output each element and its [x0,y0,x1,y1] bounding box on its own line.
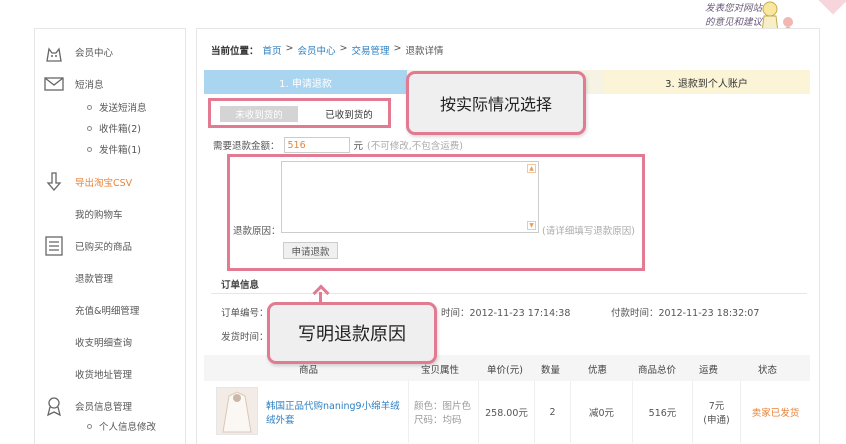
submit-refund-button[interactable]: 申请退款 [283,242,338,259]
sidebar-sub-inbox[interactable]: 收件箱(2) [87,120,141,136]
sidebar-item-address[interactable]: 收货地址管理 [35,363,185,385]
envelope-icon [44,77,64,91]
sidebar-item-profile[interactable]: 会员信息管理 [35,395,185,417]
scroll-up-icon[interactable]: ▲ [527,164,536,173]
refund-amount-label: 需要退款金额： [213,141,280,152]
col-header: 商品 [299,365,319,376]
receipt-status-tabs: 未收到货的 已收到货的 [208,98,391,128]
unit-price: 258.00元 [478,381,534,443]
attr-color: 颜色：图片色 [414,401,472,412]
sidebar-item-payments[interactable]: 收支明细查询 [35,331,185,353]
status-badge: 卖家已发货 [740,381,810,443]
refund-amount-field: 516 [283,137,350,153]
sidebar-item-messages[interactable]: 短消息 [35,73,185,95]
sidebar-label: 导出淘宝CSV [75,178,133,189]
breadcrumb-separator: > [339,43,348,54]
sidebar-label: 我的购物车 [75,210,123,221]
refund-reason-textarea[interactable]: ▲ ▼ [281,161,539,233]
breadcrumb-trade-link[interactable]: 交易管理 [351,43,389,57]
tab-not-received[interactable]: 未收到货的 [220,106,298,122]
shipping-fee: 7元 (申通) [692,381,740,443]
breadcrumb-separator: > [285,43,294,54]
sidebar-sub-profile-edit[interactable]: 个人信息修改 [87,418,156,434]
arrow-up-icon [312,284,330,302]
coat-icon [222,391,252,433]
sidebar-label: 已购买的商品 [75,242,133,253]
col-header: 宝贝属性 [421,365,460,376]
refund-reason-hint: (请详细填写退款原因) [542,226,635,237]
breadcrumb: 当前位置： 首页 > 会员中心 > 交易管理 > 退款详情 [211,43,443,57]
refund-amount-note: (不可修改,不包含运费) [367,141,463,152]
sidebar-label: 会员信息管理 [75,402,133,413]
corner-decoration [817,0,846,15]
refund-amount-row: 需要退款金额： 516 元 (不可修改,不包含运费) [213,137,463,153]
document-list-icon [45,236,63,256]
order-ship-label: 发货时间： [221,332,269,343]
sidebar-label: 收支明细查询 [75,338,133,349]
sidebar: 会员中心 短消息 发送短消息 收件箱(2) 发件箱(1) 导出淘宝CSV 我的购… [34,28,186,444]
table-row: 韩国正品代购naning9小绵羊绒绒外套 颜色：图片色 尺码：均码 258.00… [204,381,810,443]
sidebar-item-cart[interactable]: 我的购物车 [35,203,185,225]
order-created-time: 时间：2012-11-23 17:14:38 [441,308,571,319]
shipping-amount: 7元 [708,401,725,412]
cat-icon [46,47,62,62]
sidebar-sub-send-message[interactable]: 发送短消息 [87,99,147,115]
product-thumbnail[interactable] [216,387,258,435]
product-attributes: 颜色：图片色 尺码：均码 [408,381,478,443]
sidebar-item-recharge[interactable]: 充值&明细管理 [35,299,185,321]
total-price: 516元 [632,381,692,443]
feedback-text: 发表您对网站 的意见和建议 [704,3,762,28]
step-refund-to-account: 3. 退款到个人账户 [603,70,810,94]
sidebar-label: 收货地址管理 [75,370,133,381]
callout-write-reason: 写明退款原因 [267,302,437,364]
sidebar-label: 充值&明细管理 [75,306,140,317]
sidebar-item-bought[interactable]: 已购买的商品 [35,235,185,257]
sidebar-sub-outbox[interactable]: 发件箱(1) [87,141,141,157]
sidebar-label: 退款管理 [75,274,114,285]
refund-unit: 元 [353,141,364,152]
callout-choose-status: 按实际情况选择 [406,71,586,135]
step-apply-refund: 1. 申请退款 [204,70,407,94]
medal-icon [47,397,61,417]
col-header: 运费 [699,365,719,376]
order-info-title: 订单信息 [221,280,260,291]
sidebar-item-export-csv[interactable]: 导出淘宝CSV [35,171,185,193]
scroll-down-icon[interactable]: ▼ [527,221,536,230]
quantity: 2 [534,381,570,443]
order-paid-time: 付款时间：2012-11-23 18:32:07 [611,308,760,319]
breadcrumb-home-link[interactable]: 首页 [263,43,282,57]
col-header: 商品总价 [638,365,677,376]
col-header: 状态 [758,365,778,376]
order-number-label: 订单编号： [221,308,269,319]
breadcrumb-current: 退款详情 [405,46,444,57]
breadcrumb-label: 当前位置： [211,46,259,57]
divider [211,293,807,294]
col-header: 单价(元) [487,365,523,376]
col-header: 数量 [541,365,561,376]
shipping-carrier: (申通) [703,415,730,426]
tab-received[interactable]: 已收到货的 [313,106,385,122]
breadcrumb-member-link[interactable]: 会员中心 [298,43,336,57]
sidebar-item-refund-manage[interactable]: 退款管理 [35,267,185,289]
refund-reason-label: 退款原因： [233,226,281,237]
product-name-link[interactable]: 韩国正品代购naning9小绵羊绒绒外套 [262,381,408,443]
discount: 减0元 [570,381,632,443]
sidebar-label: 会员中心 [75,48,114,59]
attr-size: 尺码：均码 [414,415,462,426]
sidebar-label: 短消息 [75,80,104,91]
download-arrow-icon [46,172,62,191]
sidebar-item-member-center[interactable]: 会员中心 [35,41,185,63]
col-header: 优惠 [588,365,608,376]
breadcrumb-separator: > [393,43,402,54]
refund-reason-section: 退款原因： ▲ ▼ (请详细填写退款原因) 申请退款 [227,154,645,271]
